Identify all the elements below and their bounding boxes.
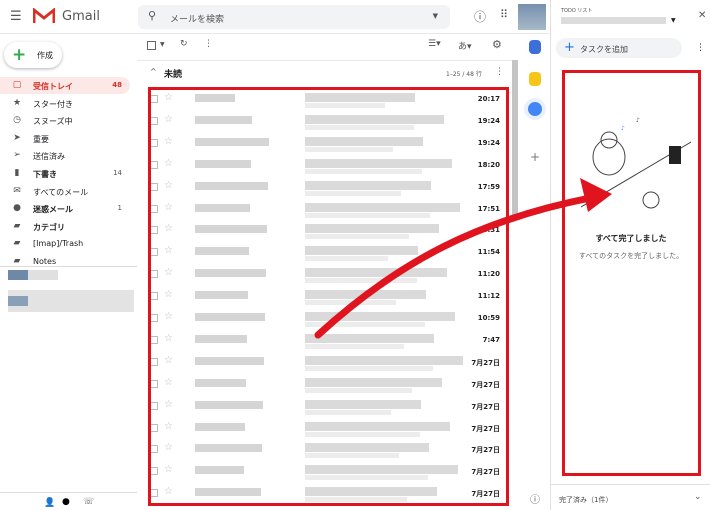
search-bar[interactable]: ⚲ メールを検索 ▼ (138, 5, 450, 29)
sidebar-item[interactable]: ▰ Notes (0, 253, 130, 270)
sidebar-item[interactable]: ● 迷惑メール 1 (0, 200, 130, 217)
search-icon: ⚲ (148, 9, 157, 22)
sidebar-item[interactable]: ▰ カテゴリ (0, 218, 130, 235)
settings-gear-icon[interactable]: ⚙ (492, 38, 502, 51)
tasks-icon[interactable] (528, 102, 542, 116)
refresh-icon[interactable]: ↻ (180, 39, 188, 49)
mail-icon: ✉ (13, 185, 21, 196)
brand: Gmail (62, 9, 100, 24)
chevron-down-icon[interactable]: ▼ (160, 41, 165, 48)
plus-icon: + (12, 45, 27, 65)
plus-icon: + (564, 40, 575, 55)
sidebar-item-label: スヌーズ中 (33, 117, 73, 127)
inbox-icon: ▢ (12, 80, 22, 90)
important-icon: ➤ (13, 132, 21, 143)
sidebar-item-label: 受信トレイ (33, 82, 73, 91)
sidebar-item[interactable]: ➢ 送信済み (0, 147, 130, 164)
sidebar-item-count: 14 (113, 169, 122, 177)
select-all-checkbox[interactable] (147, 41, 156, 50)
chevron-down-icon[interactable]: ▼ (671, 17, 676, 24)
pagination: 1–25 / 48 行 (446, 71, 482, 78)
hangouts-icon[interactable]: ● (62, 497, 70, 507)
label-icon: ▰ (13, 256, 21, 266)
scrollbar[interactable] (512, 60, 518, 215)
sidebar-item-label: 重要 (33, 134, 49, 144)
apps-icon[interactable]: ⠿ (500, 8, 508, 21)
label-icon: ▰ (13, 220, 21, 231)
sidebar-item-count: 1 (117, 204, 122, 213)
sidebar-item-label: Notes (33, 257, 57, 266)
more-icon[interactable]: ⋮ (696, 43, 705, 53)
lang-label: あ (458, 42, 468, 52)
sidebar-item-label: 送信済み (33, 152, 65, 162)
calendar-icon[interactable] (529, 40, 541, 54)
annotation-box-tasks (562, 70, 701, 476)
chevron-down-icon[interactable]: ⌄ (694, 492, 702, 502)
compose-button[interactable]: + 作成 (4, 42, 62, 68)
avatar[interactable] (518, 4, 546, 30)
input-tools-button[interactable]: あ▾ (458, 39, 472, 52)
sidebar-item-label: [Imap]/Trash (33, 239, 84, 249)
spam-icon: ● (13, 203, 21, 214)
help-icon[interactable]: ⓘ (474, 8, 486, 25)
section-title: 未読 (164, 70, 183, 80)
compose-label: 作成 (37, 51, 53, 60)
close-icon[interactable]: ✕ (698, 10, 706, 21)
tasks-header: TODO リスト (561, 8, 593, 14)
menu-icon[interactable]: ☰ (10, 9, 22, 24)
top-bar: ☰ Gmail ⚲ メールを検索 ▼ ⓘ ⠿ (0, 0, 550, 34)
sidebar-item-label: 迷惑メール (33, 205, 73, 215)
sidebar-item-label: すべてのメール (33, 187, 89, 197)
draft-icon: ▮ (14, 168, 20, 178)
info-icon[interactable]: ⓘ (530, 491, 540, 506)
collapse-icon[interactable]: ^ (150, 67, 157, 76)
density-icon[interactable]: ☰▾ (428, 39, 441, 49)
sidebar-item-label: 下書き (33, 170, 57, 179)
annotation-box-emails (148, 87, 509, 506)
keep-icon[interactable] (529, 72, 541, 86)
sidebar-item-label: カテゴリ (33, 222, 65, 232)
task-list-selector[interactable] (561, 17, 666, 24)
sidebar-item[interactable]: ▰ [Imap]/Trash (0, 235, 130, 252)
add-task-label: タスクを追加 (580, 45, 628, 54)
search-input[interactable]: メールを検索 (170, 12, 224, 25)
star-icon: ★ (12, 97, 22, 108)
sidebar-item-label: スター付き (33, 99, 73, 109)
sidebar-item[interactable]: ◷ スヌーズ中 (0, 112, 130, 129)
add-addon-icon[interactable]: + (530, 150, 540, 164)
sidebar-item[interactable]: ▮ 下書き 14 (0, 165, 130, 182)
contacts-icon[interactable]: 👤 (44, 498, 55, 508)
gmail-logo (33, 8, 55, 23)
sidebar-item[interactable]: ✉ すべてのメール (0, 183, 130, 200)
clock-icon: ◷ (13, 115, 21, 126)
sidebar-item-count: 48 (112, 81, 122, 89)
section-more-icon[interactable]: ⋮ (495, 67, 504, 77)
sidebar-item[interactable]: ★ スター付き (0, 95, 130, 112)
more-icon[interactable]: ⋮ (204, 39, 213, 49)
phone-icon[interactable]: ☏ (83, 497, 94, 507)
add-task-button[interactable]: + タスクを追加 (556, 38, 682, 58)
send-icon: ➢ (13, 150, 21, 161)
sidebar-item[interactable]: ▢ 受信トレイ 48 (0, 77, 130, 94)
sidebar-item[interactable]: ➤ 重要 (0, 130, 130, 147)
label-icon: ▰ (13, 238, 21, 249)
chevron-down-icon[interactable]: ▼ (433, 12, 438, 20)
completed-toggle[interactable]: 完了済み（1件） (559, 495, 612, 505)
